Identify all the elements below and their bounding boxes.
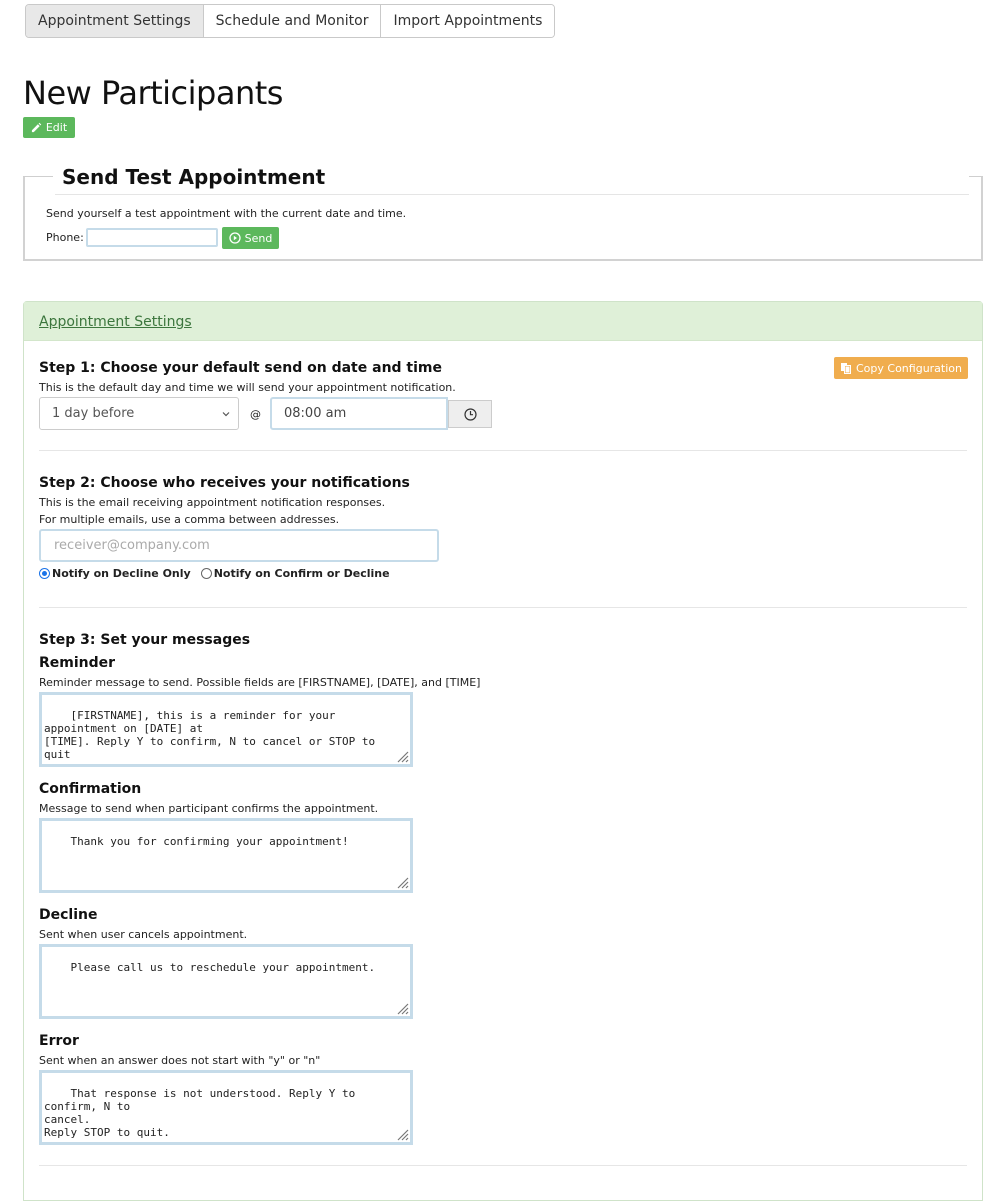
phone-input[interactable] <box>86 228 218 247</box>
error-title: Error <box>39 1033 79 1049</box>
radio-unchecked-icon[interactable] <box>200 568 212 579</box>
step2-title: Step 2: Choose who receives your notific… <box>39 475 410 491</box>
fieldset-border-right <box>969 176 983 177</box>
step2-description-2: For multiple emails, use a comma between… <box>39 513 340 526</box>
reminder-textarea[interactable]: [FIRSTNAME], this is a reminder for your… <box>39 692 413 767</box>
step-divider <box>39 450 967 451</box>
time-picker-button[interactable] <box>448 400 492 428</box>
radio-confirm-or-decline-label: Notify on Confirm or Decline <box>213 567 390 580</box>
send-test-button[interactable]: Send <box>222 227 279 249</box>
notify-radio-group: Notify on Decline Only Notify on Confirm… <box>39 567 400 580</box>
send-test-description: Send yourself a test appointment with th… <box>46 207 407 220</box>
decline-text: Please call us to reschedule your appoin… <box>70 961 376 974</box>
reminder-title: Reminder <box>39 655 116 671</box>
pencil-icon <box>31 122 42 133</box>
chevron-down-icon <box>222 412 230 417</box>
reminder-description: Reminder message to send. Possible field… <box>39 676 481 689</box>
edit-button-label: Edit <box>45 121 68 134</box>
step3-title: Step 3: Set your messages <box>39 632 251 648</box>
radio-decline-only[interactable]: Notify on Decline Only <box>39 567 191 580</box>
error-description: Sent when an answer does not start with … <box>39 1054 321 1067</box>
confirmation-title: Confirmation <box>39 781 142 797</box>
radio-checked-icon[interactable] <box>39 568 50 579</box>
radio-decline-only-label: Notify on Decline Only <box>52 567 191 580</box>
at-sign: @ <box>250 408 261 421</box>
send-day-select[interactable]: 1 day before <box>39 397 239 430</box>
send-test-button-label: Send <box>244 231 273 245</box>
send-test-legend: Send Test Appointment <box>60 165 328 189</box>
step1-description: This is the default day and time we will… <box>39 381 456 394</box>
send-time-input[interactable]: 08:00 am <box>270 397 448 430</box>
edit-button[interactable]: Edit <box>23 117 75 138</box>
decline-textarea[interactable]: Please call us to reschedule your appoin… <box>39 944 413 1019</box>
confirmation-textarea[interactable]: Thank you for confirming your appointmen… <box>39 818 413 893</box>
step-divider <box>39 1165 967 1166</box>
resize-grip-icon[interactable] <box>395 749 409 763</box>
copy-icon <box>841 363 851 374</box>
decline-description: Sent when user cancels appointment. <box>39 928 248 941</box>
clock-icon <box>463 407 477 421</box>
step-divider <box>39 607 967 608</box>
fieldset-border-left <box>23 176 53 177</box>
receiver-email-input[interactable]: receiver@company.com <box>39 529 439 562</box>
error-text: That response is not understood. Reply Y… <box>44 1087 356 1139</box>
confirmation-description: Message to send when participant confirm… <box>39 802 379 815</box>
resize-grip-icon[interactable] <box>395 1127 409 1141</box>
confirmation-text: Thank you for confirming your appointmen… <box>70 835 349 848</box>
play-circle-icon <box>228 232 241 244</box>
legend-divider <box>55 194 969 195</box>
radio-confirm-or-decline[interactable]: Notify on Confirm or Decline <box>200 567 390 580</box>
panel-title-link[interactable]: Appointment Settings <box>39 314 192 330</box>
decline-title: Decline <box>39 907 98 923</box>
page-title: New Participants <box>23 74 283 112</box>
error-textarea[interactable]: That response is not understood. Reply Y… <box>39 1070 413 1145</box>
copy-configuration-label: Copy Configuration <box>856 361 962 375</box>
reminder-text: [FIRSTNAME], this is a reminder for your… <box>44 709 376 761</box>
tab-appointment-settings[interactable]: Appointment Settings <box>26 5 204 37</box>
tab-schedule-and-monitor[interactable]: Schedule and Monitor <box>203 5 382 37</box>
step2-description-1: This is the email receiving appointment … <box>39 496 386 509</box>
resize-grip-icon[interactable] <box>395 1001 409 1015</box>
resize-grip-icon[interactable] <box>395 875 409 889</box>
tab-import-appointments[interactable]: Import Appointments <box>381 5 555 37</box>
send-test-fieldset: Send Test Appointment Send yourself a te… <box>23 165 983 261</box>
copy-configuration-button[interactable]: Copy Configuration <box>834 357 968 379</box>
appointment-settings-panel: Appointment Settings Copy Configuration … <box>23 301 983 1201</box>
step1-title: Step 1: Choose your default send on date… <box>39 360 442 376</box>
phone-label: Phone: <box>46 231 84 244</box>
send-day-value: 1 day before <box>52 406 135 421</box>
top-tabs: Appointment Settings Schedule and Monito… <box>25 4 556 38</box>
